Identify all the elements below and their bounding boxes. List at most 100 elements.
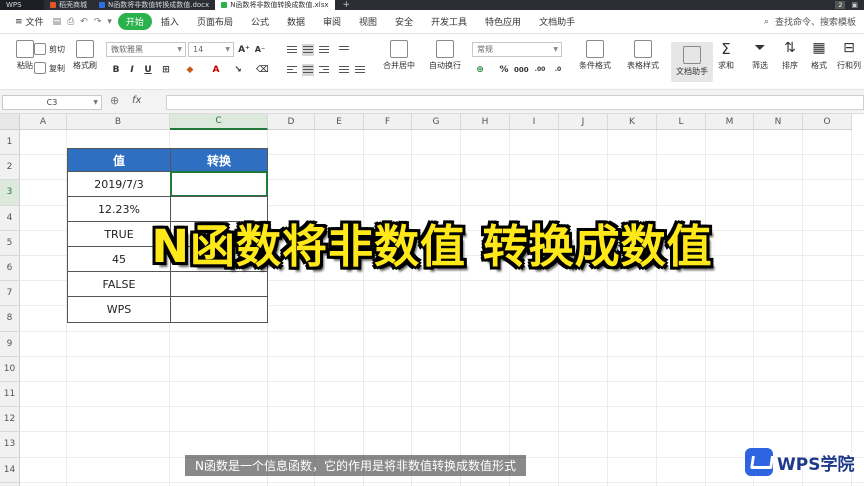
border-icon[interactable]: ⊞ [160,64,172,76]
menu-developer[interactable]: 开发工具 [422,15,476,28]
column-header-i[interactable]: I [510,114,559,130]
chevron-down-icon[interactable]: ▾ [107,17,112,27]
fill-color-icon[interactable]: ◆ [184,64,196,76]
align-left-icon[interactable] [286,64,298,76]
row-header-11[interactable]: 11 [0,382,20,408]
sum-button[interactable]: Σ 求和 [706,40,746,71]
align-top-icon[interactable] [286,44,298,56]
row-header-12[interactable]: 12 [0,407,20,433]
column-header-a[interactable]: A [20,114,67,130]
distributed-icon[interactable] [354,64,366,76]
font-name-select[interactable]: 微软雅黑 ▼ [106,42,186,57]
bold-icon[interactable]: B [110,64,122,76]
align-right-icon[interactable] [318,64,330,76]
row-header-14[interactable]: 14 [0,457,20,483]
sort-button[interactable]: ⇅ 排序 [774,40,806,71]
column-header-f[interactable]: F [364,114,412,130]
tab-xlsx[interactable]: N函数将非数值转换成数值.xlsx [215,0,335,10]
menu-file[interactable]: ≡ 文件 [6,15,53,29]
row-header-13[interactable]: 13 [0,432,20,458]
menu-bar: ≡ 文件 ▤ ⎙ ↶ ↷ ▾ 开始 插入 页面布局 公式 数据 审阅 视图 安全 … [0,10,864,34]
thousands-separator-icon[interactable]: 000 [514,64,529,76]
increase-decimal-icon[interactable]: .00 [534,64,546,76]
format-painter-button[interactable]: 格式刷 [60,40,110,71]
format-button[interactable]: ▦ 格式 [804,40,834,71]
row-header-10[interactable]: 10 [0,356,20,382]
font-color-icon[interactable]: A [210,64,222,76]
underline-icon[interactable]: U [142,64,154,76]
name-box[interactable]: C3 ▼ [2,95,102,110]
redo-icon[interactable]: ↷ [94,17,102,27]
decrease-decimal-icon[interactable]: .0 [552,64,564,76]
menu-special-apps[interactable]: 特色应用 [476,15,530,28]
table-style-button[interactable]: 表格样式 [618,40,668,71]
tab-label: 稻壳商城 [59,1,87,9]
menu-data[interactable]: 数据 [278,15,314,28]
row-header-7[interactable]: 7 [0,281,20,307]
row-header-2[interactable]: 2 [0,155,20,181]
window-menu-icon[interactable]: ▣ [851,1,858,9]
row-header-8[interactable]: 8 [0,306,20,332]
select-all-corner[interactable] [0,114,20,130]
row-header-1[interactable]: 1 [0,130,20,156]
zoom-icon[interactable]: ⊕ [110,94,119,107]
font-size-select[interactable]: 14 ▼ [188,42,234,57]
align-middle-icon[interactable] [302,44,314,56]
filter-button[interactable]: ⏷ 筛选 [742,40,778,71]
number-format-select[interactable]: 常规 ▼ [472,42,562,57]
wrap-text-button[interactable]: 自动换行 [420,40,470,71]
font-grow-icon[interactable]: A⁺ [238,44,250,56]
formula-input[interactable] [166,95,864,110]
column-header-l[interactable]: L [657,114,706,130]
column-header-n[interactable]: N [754,114,803,130]
menu-security[interactable]: 安全 [386,15,422,28]
clear-format-icon[interactable]: ⌫ [256,64,269,76]
fx-icon[interactable]: fx [132,95,141,106]
row-header-9[interactable]: 9 [0,331,20,357]
column-header-d[interactable]: D [268,114,315,130]
value-cell[interactable]: 2019/7/3 [67,171,171,197]
header-value-cell[interactable]: 值 [67,148,171,172]
menu-view[interactable]: 视图 [350,15,386,28]
column-header-b[interactable]: B [67,114,170,130]
font-settings-icon[interactable]: ↘ [232,64,244,76]
command-search[interactable]: ⌕ 查找命令、搜索模板 [764,15,864,29]
menu-page-layout[interactable]: 页面布局 [188,15,242,28]
value-cell[interactable]: WPS [67,296,171,323]
undo-icon[interactable]: ↶ [80,17,88,27]
print-icon[interactable]: ⎙ [67,17,74,27]
orientation-icon[interactable] [338,44,350,56]
justify-icon[interactable] [338,64,350,76]
row-header-3[interactable]: 3 [0,180,20,206]
merge-center-button[interactable]: 合并居中 [374,40,424,71]
italic-icon[interactable]: I [126,64,138,76]
menu-insert[interactable]: 插入 [152,15,188,28]
column-header-m[interactable]: M [706,114,754,130]
tab-docer-store[interactable]: 稻壳商城 [44,0,93,10]
column-header-o[interactable]: O [803,114,852,130]
percent-icon[interactable]: % [498,64,510,76]
tab-docx[interactable]: N函数将非数值转换成数值.docx [93,0,215,10]
wps-home-tab[interactable]: WPS [0,0,44,10]
column-header-k[interactable]: K [608,114,657,130]
menu-doc-helper[interactable]: 文档助手 [530,15,584,28]
rows-cols-button[interactable]: ⊟ 行和列 [834,40,864,71]
new-tab-plus-icon[interactable]: + [335,0,359,10]
menu-review[interactable]: 审阅 [314,15,350,28]
column-header-j[interactable]: J [559,114,608,130]
save-icon[interactable]: ▤ [53,17,62,27]
convert-cell-c3[interactable] [170,171,268,197]
align-bottom-icon[interactable] [318,44,330,56]
convert-cell[interactable] [170,296,268,323]
currency-icon[interactable]: ⊛ [474,64,486,76]
column-header-g[interactable]: G [412,114,461,130]
column-header-h[interactable]: H [461,114,510,130]
column-header-c[interactable]: C [170,114,268,130]
align-center-icon[interactable] [302,64,314,76]
menu-home[interactable]: 开始 [117,13,152,30]
font-shrink-icon[interactable]: A⁻ [254,44,266,56]
column-header-e[interactable]: E [315,114,364,130]
conditional-format-button[interactable]: 条件格式 [570,40,620,71]
header-convert-cell[interactable]: 转换 [170,148,268,172]
menu-formulas[interactable]: 公式 [242,15,278,28]
